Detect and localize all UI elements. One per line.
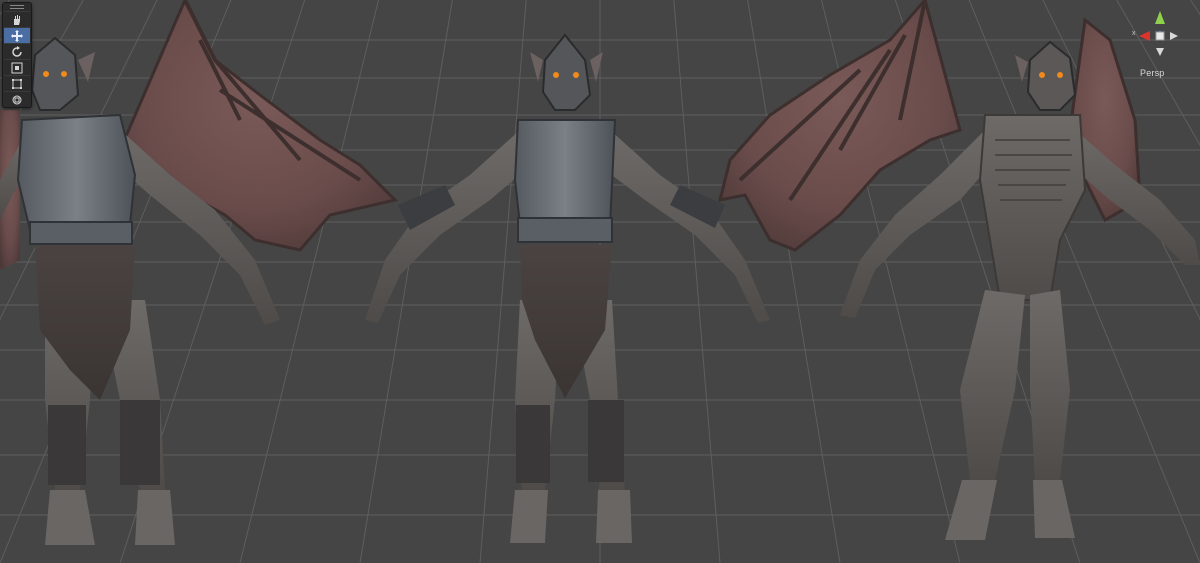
axis-gizmo-icon[interactable] <box>1130 6 1190 66</box>
scale-icon <box>11 62 23 73</box>
orientation-gizmo[interactable]: x Persp <box>1130 6 1190 78</box>
grid-line <box>673 0 721 563</box>
rotate-tool-button[interactable] <box>4 43 30 59</box>
overlay-drag-handle[interactable] <box>3 3 31 11</box>
x-axis-cone-icon[interactable] <box>1139 31 1150 41</box>
scene-view[interactable]: x Persp <box>0 0 1200 563</box>
transform-icon <box>12 95 22 104</box>
tools-overlay <box>2 2 32 108</box>
projection-label[interactable]: Persp <box>1140 68 1188 78</box>
neg-x-axis-cone-icon[interactable] <box>1170 32 1178 40</box>
y-axis-cone-icon[interactable] <box>1155 11 1165 24</box>
rect-tool-button[interactable] <box>4 75 30 91</box>
scale-tool-button[interactable] <box>4 59 30 75</box>
armored-winged-vampire-center[interactable] <box>365 33 770 543</box>
scene-viewport[interactable] <box>0 0 1200 563</box>
rect-icon <box>12 78 22 89</box>
hand-icon <box>14 14 20 25</box>
grid-line <box>359 0 453 563</box>
move-tool-button[interactable] <box>4 27 30 43</box>
armored-winged-vampire-left[interactable] <box>0 0 398 545</box>
move-arrows-icon <box>11 29 23 42</box>
neg-y-axis-cone-icon[interactable] <box>1156 48 1164 56</box>
grid-line <box>1116 0 1200 147</box>
transform-tool-button[interactable] <box>4 91 30 107</box>
grid-line <box>1190 0 1200 16</box>
hand-tool-button[interactable] <box>4 11 30 27</box>
gizmo-center-cube-icon[interactable] <box>1155 31 1165 41</box>
rotate-icon <box>12 45 22 57</box>
x-axis-letter: x <box>1132 30 1136 37</box>
